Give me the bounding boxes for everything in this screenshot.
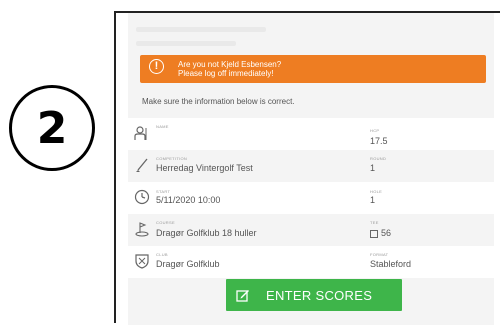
blurred-header-line (136, 27, 266, 32)
start-label: START (156, 189, 171, 194)
start-row: START 5/11/2020 10:00 HOLE 1 (128, 182, 494, 214)
info-panel: ! Are you not Kjeld Esbensen? Please log… (128, 13, 494, 325)
club-value: Dragør Golfklub (156, 259, 220, 269)
hcp-label: HCP (370, 128, 380, 133)
hcp-value: 17.5 (370, 136, 388, 146)
club-row: CLUB Dragør Golfklub FORMAT Stableford (128, 246, 494, 278)
round-label: ROUND (370, 156, 387, 161)
golf-course-icon (135, 222, 149, 237)
tee-label: TEE (370, 220, 379, 225)
tee-checkbox-icon (370, 229, 378, 238)
blurred-header-line (136, 41, 236, 46)
clock-icon (134, 189, 150, 205)
competition-label: COMPETITION (156, 156, 188, 161)
start-value: 5/11/2020 10:00 (156, 195, 221, 205)
player-row: NAME HCP 17.5 (128, 118, 494, 150)
identity-warning-alert: ! Are you not Kjeld Esbensen? Please log… (140, 55, 486, 83)
name-label: NAME (156, 124, 169, 129)
alert-line-1: Are you not Kjeld Esbensen? (178, 60, 282, 69)
hole-label: HOLE (370, 189, 383, 194)
round-value: 1 (370, 163, 376, 173)
course-row: COURSE Dragør Golfklub 18 huller TEE 56 (128, 214, 494, 246)
format-label: FORMAT (370, 252, 389, 257)
format-value: Stableford (370, 259, 412, 269)
club-shield-icon (135, 254, 149, 269)
course-label: COURSE (156, 220, 175, 225)
hole-value: 1 (370, 195, 376, 205)
tee-value-wrap: 56 (370, 228, 391, 238)
step-number-badge: 2 (9, 85, 95, 171)
enter-scores-label: ENTER SCORES (266, 288, 373, 303)
competition-value: Herredag Vintergolf Test (156, 163, 253, 173)
alert-line-2: Please log off immediately! (178, 69, 274, 78)
tee-value: 56 (381, 228, 392, 238)
club-label: CLUB (156, 252, 168, 257)
intro-text: Make sure the information below is corre… (142, 97, 295, 106)
edit-icon (236, 290, 249, 302)
golf-club-icon (136, 158, 148, 172)
exclamation-icon: ! (149, 59, 164, 74)
course-value: Dragør Golfklub 18 huller (156, 228, 257, 238)
golfer-icon (134, 126, 147, 140)
competition-row: COMPETITION Herredag Vintergolf Test ROU… (128, 150, 494, 182)
enter-scores-button[interactable]: ENTER SCORES (226, 279, 402, 311)
screenshot-frame: ! Are you not Kjeld Esbensen? Please log… (114, 11, 500, 325)
